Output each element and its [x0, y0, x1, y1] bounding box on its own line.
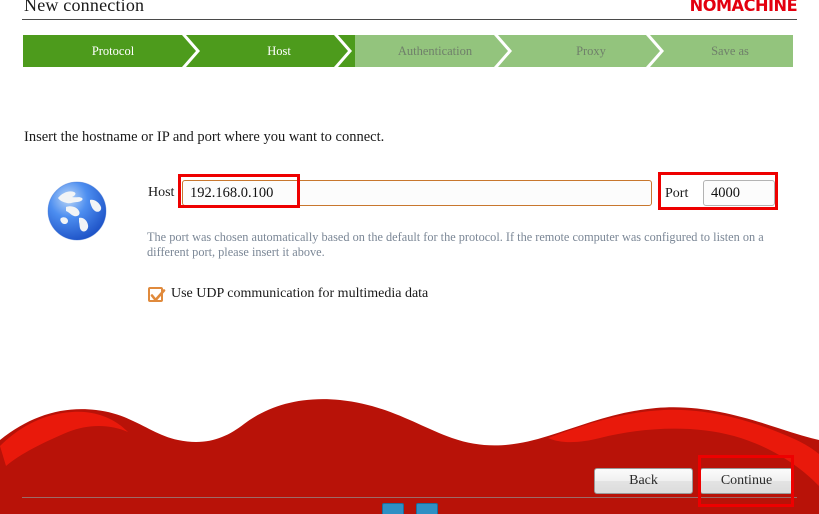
taskbar-item-1[interactable] — [382, 503, 404, 514]
back-button[interactable]: Back — [594, 468, 693, 494]
step-proxy[interactable]: Proxy — [515, 35, 667, 67]
host-label: Host — [148, 185, 175, 200]
header-divider — [22, 19, 797, 20]
chevron-right-icon — [646, 35, 668, 67]
globe-icon — [46, 180, 108, 242]
checkmark-icon — [150, 288, 166, 301]
page-title: New connection — [24, 0, 145, 15]
chevron-right-icon — [334, 35, 356, 67]
step-authentication[interactable]: Authentication — [355, 35, 515, 67]
wizard-stepper: Protocol Host Authentication Proxy Save … — [23, 35, 793, 67]
port-helper-text: The port was chosen automatically based … — [147, 230, 764, 259]
new-connection-wizard: New connection NOMACHINE Protocol Host A… — [0, 0, 819, 514]
continue-button[interactable]: Continue — [700, 468, 793, 494]
udp-checkbox-row[interactable]: Use UDP communication for multimedia dat… — [148, 286, 428, 302]
step-authentication-label: Authentication — [397, 43, 473, 58]
window-header: New connection NOMACHINE — [0, 0, 819, 22]
taskbar-item-2[interactable] — [416, 503, 438, 514]
port-label: Port — [665, 186, 689, 201]
udp-checkbox-label: Use UDP communication for multimedia dat… — [171, 286, 429, 301]
nomachine-logo: NOMACHINE — [689, 0, 798, 16]
step-proxy-label: Proxy — [576, 43, 606, 58]
port-input[interactable] — [703, 180, 775, 206]
step-save-as[interactable]: Save as — [667, 35, 793, 67]
chevron-right-icon — [182, 35, 204, 67]
wave-decoration — [0, 394, 819, 514]
chevron-right-icon — [494, 35, 516, 67]
udp-checkbox[interactable] — [148, 286, 166, 302]
step-save-as-label: Save as — [711, 43, 749, 58]
footer-divider — [22, 497, 797, 498]
step-protocol[interactable]: Protocol — [23, 35, 203, 67]
instruction-text: Insert the hostname or IP and port where… — [24, 129, 385, 145]
step-protocol-label: Protocol — [91, 43, 135, 58]
host-input[interactable] — [182, 180, 652, 206]
step-host-label: Host — [267, 43, 291, 58]
step-host[interactable]: Host — [203, 35, 355, 67]
